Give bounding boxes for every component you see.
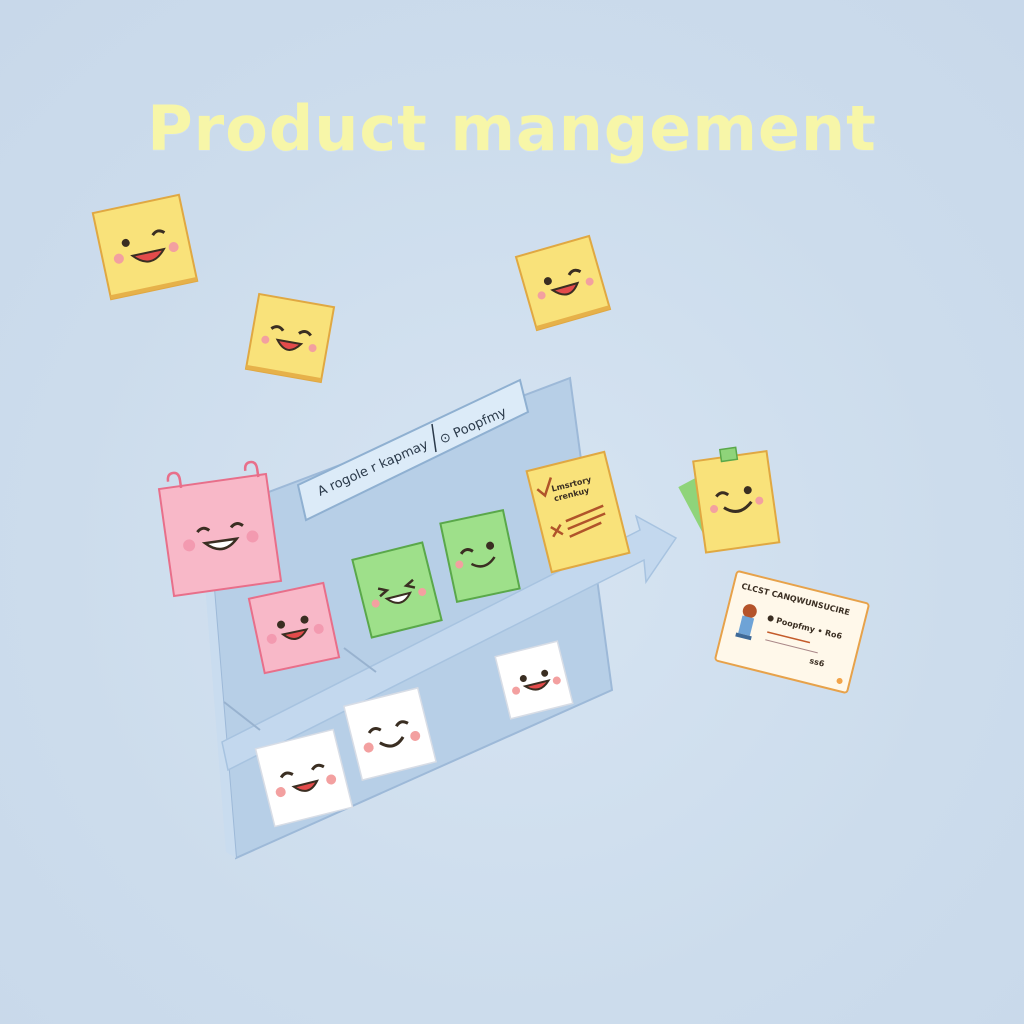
green-smiley-note[interactable] [351,540,443,640]
pink-smiley-note[interactable] [244,578,344,678]
board-tabs: A rogole r kapmay ⊙ Poopfmy [316,405,510,500]
board-tab-right[interactable]: ⊙ Poopfmy [438,405,510,448]
pinned-smiley-note[interactable] [678,440,790,560]
board-tab-left[interactable]: A rogole r kapmay [316,437,431,499]
profile-card[interactable]: CLCST CANQWUNSUCIRE Poopfmy • Ro6 ss6 [712,560,872,710]
green-smiley-note[interactable] [439,506,521,606]
pin-icon [718,446,739,463]
white-smiley-note[interactable] [494,640,574,720]
white-smiley-note[interactable] [252,726,356,830]
checklist-note[interactable]: Lmsrtory crenkuy [525,450,631,574]
